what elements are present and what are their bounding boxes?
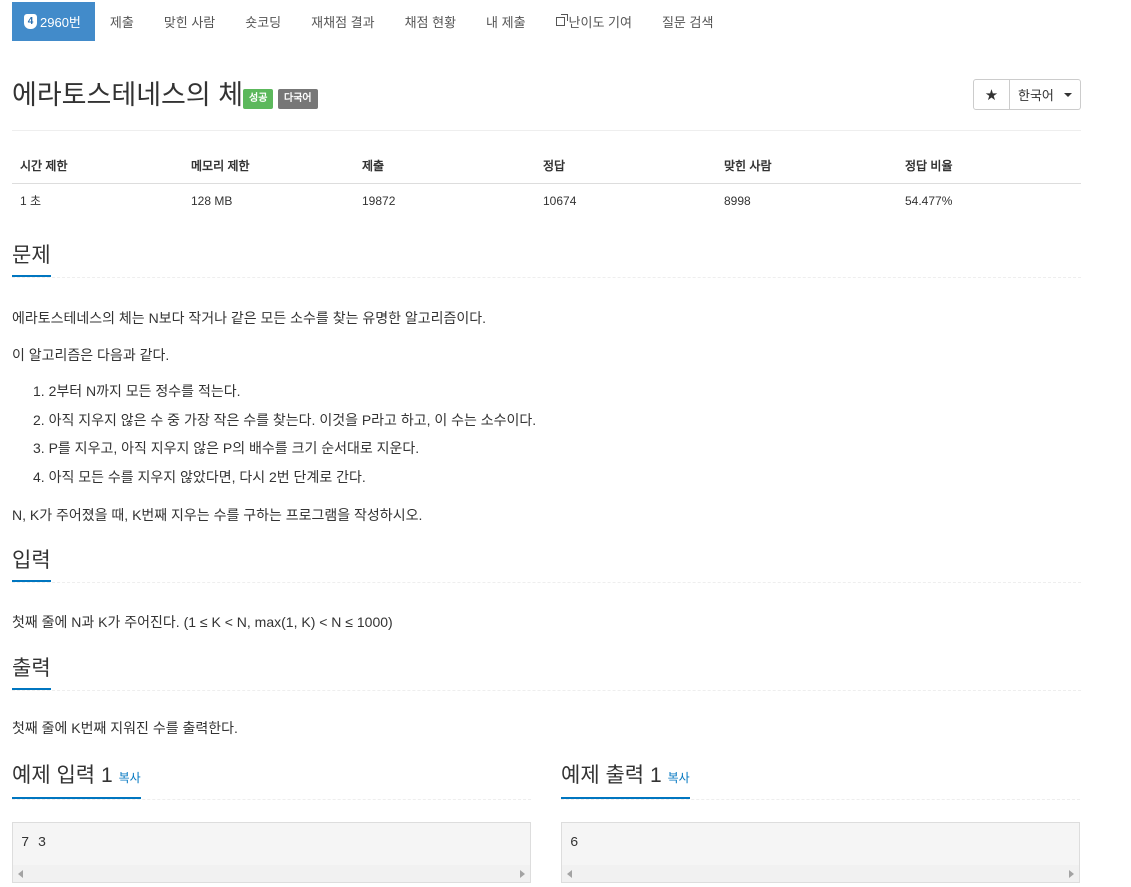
horizontal-scrollbar[interactable] [562, 865, 1079, 882]
problem-nav: 4 2960번 제출 맞힌 사람 숏코딩 재채점 결과 채점 현황 내 제출 난… [12, 2, 728, 41]
sample-output-heading: 예제 출력 1 복사 [561, 763, 690, 799]
caret-down-icon [1063, 92, 1072, 97]
header-submissions: 제출 [354, 148, 535, 184]
cell-time-limit: 1 초 [20, 194, 42, 208]
output-heading: 출력 [12, 656, 51, 690]
scroll-right-icon[interactable] [520, 870, 525, 878]
cell-accepted: 10674 [543, 193, 577, 208]
list-item: 1. 2부터 N까지 모든 정수를 적는다. [12, 381, 536, 410]
tab-rejudge-results[interactable]: 재채점 결과 [296, 2, 389, 41]
sample-input-box[interactable]: 7 3 [12, 822, 531, 883]
header-memory-limit: 메모리 제한 [183, 148, 354, 184]
tab-question-search[interactable]: 질문 검색 [647, 2, 728, 41]
tab-difficulty-label: 난이도 기여 [568, 15, 632, 30]
cell-accept-ratio: 54.477% [905, 193, 953, 208]
language-dropdown[interactable]: 한국어 [1010, 79, 1081, 110]
step-text: 2부터 N까지 모든 정수를 적는다. [48, 383, 241, 399]
description-paragraph: 에라토스테네스의 체는 N보다 작거나 같은 모든 소수를 찾는 유명한 알고리… [12, 310, 487, 326]
list-item: 4. 아직 모든 수를 지우지 않았다면, 다시 2번 단계로 간다. [12, 467, 536, 496]
list-item: 2. 아직 지우지 않은 수 중 가장 작은 수를 찾는다. 이것을 P라고 하… [12, 410, 536, 439]
copy-output-link[interactable]: 복사 [668, 771, 690, 785]
favorite-button[interactable]: ★ [973, 79, 1010, 110]
list-item: 3. P를 지우고, 아직 지우지 않은 P의 배수를 크기 순서대로 지운다. [12, 438, 536, 467]
step-number: 3. [33, 440, 45, 456]
title-row: 에라토스테네스의 체 성공 다국어 ★ 한국어 [12, 78, 1081, 131]
star-icon: ★ [984, 86, 999, 104]
tab-problem[interactable]: 4 2960번 [12, 2, 95, 41]
header-solvers: 맞힌 사람 [716, 148, 897, 184]
description-paragraph: N, K가 주어졌을 때, K번째 지우는 수를 구하는 프로그램을 작성하시오… [12, 507, 423, 523]
tab-problem-label: 2960번 [40, 15, 81, 30]
header-accept-ratio: 정답 비율 [897, 148, 1081, 184]
language-badge[interactable]: 다국어 [278, 89, 318, 109]
table-row: 1 초 128 MB 19872 10674 8998 54.477% [12, 184, 1081, 218]
external-link-icon [555, 14, 568, 26]
input-heading: 입력 [12, 548, 51, 582]
tab-judge-status[interactable]: 채점 현황 [390, 2, 471, 41]
sample-output-title: 예제 출력 1 [561, 764, 662, 787]
step-number: 4. [33, 468, 45, 485]
tab-difficulty-contribution[interactable]: 난이도 기여 [541, 2, 647, 41]
tier-badge-icon: 4 [24, 14, 37, 29]
tab-short-coding[interactable]: 숏코딩 [230, 2, 296, 41]
status-badge: 성공 [243, 89, 274, 109]
algorithm-steps: 1. 2부터 N까지 모든 정수를 적는다. 2. 아직 지우지 않은 수 중 … [12, 381, 536, 495]
copy-input-link[interactable]: 복사 [119, 771, 141, 785]
step-text: 아직 지우지 않은 수 중 가장 작은 수를 찾는다. 이것을 P라고 하고, … [48, 411, 537, 428]
input-description: 첫째 줄에 N과 K가 주어진다. (1 ≤ K < N, max(1, K) … [12, 614, 393, 630]
horizontal-scrollbar[interactable] [13, 865, 530, 882]
table-header-row: 시간 제한 메모리 제한 제출 정답 맞힌 사람 정답 비율 [12, 148, 1081, 184]
problem-section-header: 문제 [12, 243, 1081, 278]
sample-output-header: 예제 출력 1 복사 [561, 763, 1080, 800]
page-title: 에라토스테네스의 체 [12, 80, 244, 110]
sample-input-heading: 예제 입력 1 복사 [12, 763, 141, 799]
language-dropdown-label: 한국어 [1018, 88, 1054, 103]
step-number: 1. [33, 383, 45, 399]
problem-heading: 문제 [12, 243, 51, 277]
cell-submissions: 19872 [362, 193, 396, 208]
description-paragraph: 이 알고리즘은 다음과 같다. [12, 347, 170, 363]
scroll-right-icon[interactable] [1069, 870, 1074, 878]
scroll-left-icon[interactable] [567, 870, 572, 878]
header-accepted: 정답 [535, 148, 716, 184]
output-section-header: 출력 [12, 656, 1081, 691]
scroll-left-icon[interactable] [18, 870, 23, 878]
step-text: P를 지우고, 아직 지우지 않은 P의 배수를 크기 순서대로 지운다. [48, 440, 420, 456]
step-text: 아직 모든 수를 지우지 않았다면, 다시 2번 단계로 간다. [48, 468, 366, 485]
header-time-limit: 시간 제한 [12, 148, 183, 184]
sample-output-text: 6 [570, 835, 579, 851]
tab-solved-users[interactable]: 맞힌 사람 [149, 2, 230, 41]
output-description: 첫째 줄에 K번째 지워진 수를 출력한다. [12, 720, 238, 736]
input-section-header: 입력 [12, 548, 1081, 583]
title-actions: ★ 한국어 [973, 79, 1081, 110]
cell-solvers: 8998 [724, 193, 751, 208]
tab-my-submissions[interactable]: 내 제출 [471, 2, 541, 41]
sample-input-header: 예제 입력 1 복사 [12, 763, 531, 800]
problem-info-table: 시간 제한 메모리 제한 제출 정답 맞힌 사람 정답 비율 1 초 128 M… [12, 148, 1081, 217]
sample-output-box[interactable]: 6 [561, 822, 1080, 883]
cell-memory-limit: 128 MB [191, 193, 233, 208]
step-number: 2. [33, 411, 45, 428]
sample-input-text: 7 3 [21, 835, 47, 851]
tab-submit[interactable]: 제출 [95, 2, 149, 41]
sample-input-title: 예제 입력 1 [12, 764, 113, 787]
